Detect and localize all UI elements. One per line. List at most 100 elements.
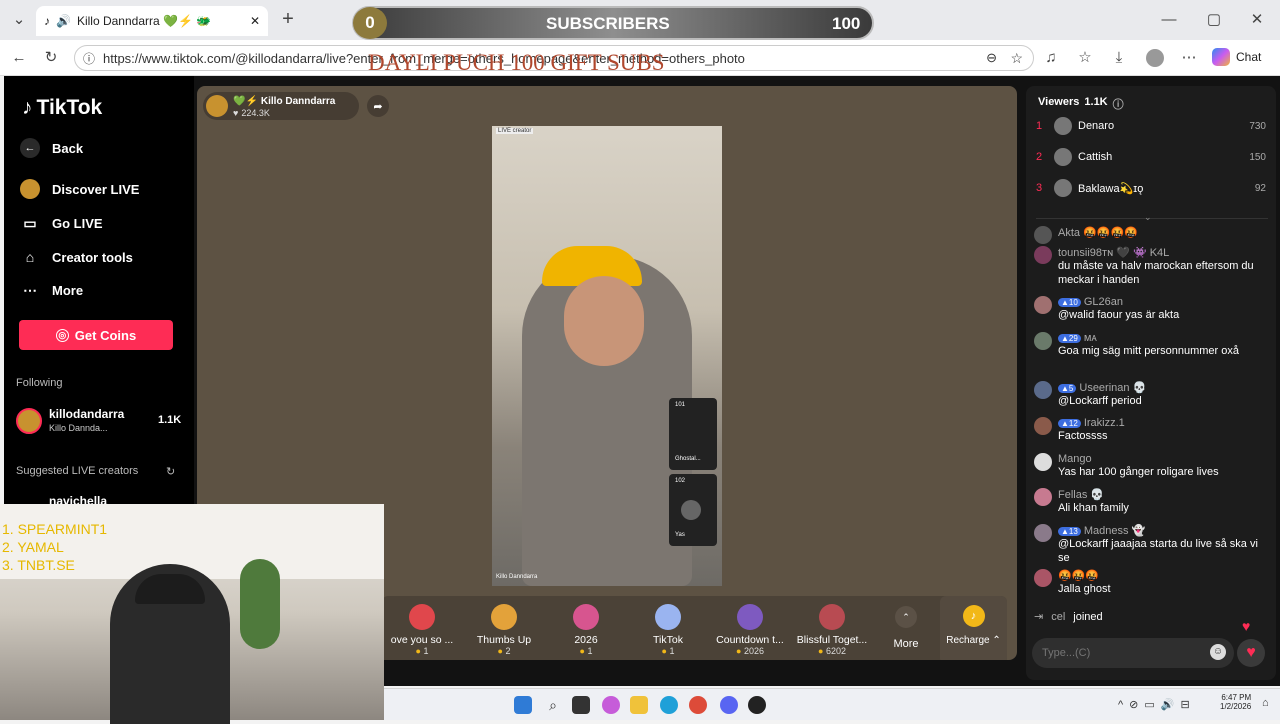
avatar[interactable]	[1034, 246, 1052, 264]
tab-list-icon[interactable]: ⌄	[8, 9, 30, 31]
favorite-star-icon[interactable]: ☆	[1010, 50, 1023, 67]
gift-price: ● 6202	[792, 646, 872, 656]
gift-name: Blissful Toget...	[796, 634, 868, 646]
right-panel: Viewers 1.1K ⓘ 1 Denaro 730 2 Cattish 150 3 Bak…	[1026, 86, 1276, 680]
gift-item[interactable]: Blissful Toget... ● 6202	[792, 600, 872, 656]
viewer-score: 730	[1249, 120, 1266, 132]
obs-icon[interactable]	[748, 696, 766, 714]
audio-icon[interactable]: 🔊	[56, 14, 71, 28]
downloads-icon[interactable]: ⤓	[1108, 47, 1130, 69]
avatar[interactable]	[1034, 296, 1052, 314]
viewer-name: Baklawa💫ɪǫ	[1078, 182, 1144, 195]
leaderboard: 1. SPEARMINT1 2. YAMAL 3. TNBT.SE	[2, 520, 107, 574]
avatar[interactable]	[1034, 569, 1052, 587]
avatar[interactable]	[1034, 417, 1052, 435]
chat-username[interactable]: Mango	[1058, 453, 1092, 465]
gift-price: ● 1	[628, 646, 708, 656]
avatar[interactable]	[1034, 226, 1052, 244]
chat-username[interactable]: GL26an	[1084, 296, 1123, 308]
guest-box-2[interactable]: 102 Yas	[669, 474, 717, 546]
gift-item[interactable]: Countdown t... ● 2026	[710, 600, 790, 656]
nav-creator-tools[interactable]: ⌂ Creator tools	[20, 247, 133, 267]
chat-message: Fellas 💀 Ali khan family	[1034, 488, 1270, 515]
viewer-name: Denaro	[1078, 120, 1115, 132]
info-icon[interactable]: ⓘ	[1113, 96, 1124, 112]
nav-more[interactable]: ⋯ More	[20, 280, 83, 300]
viewer-row[interactable]: 3 Baklawa💫ɪǫ 92	[1036, 176, 1266, 200]
tiktok-logo[interactable]: ♪ TikTok	[22, 96, 102, 120]
gift-item[interactable]: ove you so ... ● 1	[382, 600, 462, 656]
like-heart-button[interactable]: ♥	[1237, 639, 1265, 667]
refresh-icon[interactable]: ↻	[40, 47, 62, 69]
search-icon[interactable]: ⌕	[544, 696, 562, 714]
windows-start-icon[interactable]	[514, 696, 532, 714]
gift-item[interactable]: TikTok ● 1	[628, 600, 708, 656]
system-tray-icons[interactable]: ^⊘▭🔊⊟	[1118, 698, 1196, 711]
leaderboard-entry: 3. TNBT.SE	[2, 557, 75, 573]
file-explorer-icon[interactable]	[630, 696, 648, 714]
clock[interactable]: 6:47 PM 1/2/2026	[1220, 693, 1251, 711]
gift-item[interactable]: Thumbs Up ● 2	[464, 600, 544, 656]
chevron-down-icon[interactable]: ⌄	[1144, 212, 1152, 223]
viewers-header: Viewers 1.1K ⓘ	[1038, 96, 1124, 112]
leaderboard-entry: 2. YAMAL	[2, 539, 64, 555]
minimize-icon[interactable]: —	[1158, 9, 1180, 31]
gift-more-label: More	[893, 638, 919, 650]
back-arrow-icon[interactable]: ←	[8, 47, 30, 69]
joined-text: joined	[1073, 610, 1103, 623]
chat-username[interactable]: 🤬🤬🤬	[1058, 570, 1099, 582]
viewer-row[interactable]: 1 Denaro 730	[1036, 114, 1266, 138]
chat-username[interactable]: Useerinan 💀	[1079, 382, 1146, 394]
notification-icon[interactable]: ⌂	[1262, 697, 1269, 709]
edge-icon[interactable]	[660, 696, 678, 714]
gift-item[interactable]: 2026 ● 1	[546, 600, 626, 656]
back-button[interactable]: ← Back	[20, 138, 83, 158]
stream-video[interactable]: LIVE creator 101 Ghostal... 102 Yas Kill…	[492, 126, 722, 586]
emoji-icon[interactable]: ☺	[1210, 644, 1226, 660]
chat-input[interactable]	[1042, 644, 1192, 662]
close-tab-icon[interactable]: ✕	[250, 14, 260, 28]
maximize-icon[interactable]: ▢	[1203, 9, 1225, 31]
gift-icon	[573, 604, 599, 630]
site-info-icon[interactable]: ⓘ	[83, 50, 95, 67]
close-window-icon[interactable]: ✕	[1246, 9, 1268, 31]
browser-tab[interactable]: ♪ 🔊 Killo Danndarra 💚⚡ 🐲 ✕	[36, 6, 268, 36]
chat-username[interactable]: Madness 👻	[1084, 525, 1145, 537]
following-item[interactable]: killodandarra Killo Dannda... 1.1K	[16, 406, 186, 440]
host-info-pill[interactable]: 💚⚡ Killo Danndarra ♥ 224.3K	[203, 92, 359, 120]
viewer-row[interactable]: 2 Cattish 150	[1036, 145, 1266, 169]
guest-box-1[interactable]: 101 Ghostal...	[669, 398, 717, 470]
chat-username[interactable]: Akta 🤬🤬🤬🤬	[1058, 227, 1138, 239]
chat-username[interactable]: tounsii98ᴛɴ 🖤 👾 K4L	[1058, 247, 1169, 259]
copilot-chat-button[interactable]: Chat	[1212, 48, 1261, 66]
avatar[interactable]	[1034, 332, 1052, 350]
nav-go-live[interactable]: ▭ Go LIVE	[20, 213, 102, 233]
chat-username[interactable]: ᴍᴀ	[1084, 332, 1097, 344]
refresh-suggestions-icon[interactable]: ↻	[166, 465, 175, 478]
chat-username[interactable]: Irakizz.1	[1084, 417, 1125, 429]
avatar[interactable]	[1034, 524, 1052, 542]
chat-text: @walid faour yas är akta	[1058, 309, 1180, 321]
profile-avatar[interactable]	[1146, 49, 1164, 67]
level-badge: ▲13	[1058, 527, 1081, 536]
chrome-icon[interactable]	[689, 696, 707, 714]
avatar[interactable]	[1034, 453, 1052, 471]
zoom-icon[interactable]: ⊖	[986, 50, 997, 66]
new-tab-icon[interactable]: +	[277, 8, 299, 30]
discord-icon[interactable]	[720, 696, 738, 714]
share-icon[interactable]: ➦	[367, 95, 389, 117]
media-icon[interactable]: ♫	[1040, 47, 1062, 69]
favorites-icon[interactable]: ☆	[1074, 47, 1096, 69]
task-view-icon[interactable]	[572, 696, 590, 714]
gift-more-button[interactable]: ⌃ More	[885, 602, 927, 658]
nav-discover-live[interactable]: Discover LIVE	[20, 179, 139, 199]
chat-message: tounsii98ᴛɴ 🖤 👾 K4L du måste va halv maro…	[1034, 246, 1270, 287]
menu-dots-icon[interactable]: ⋯	[1178, 47, 1200, 69]
get-coins-button[interactable]: ◎ Get Coins	[19, 320, 173, 350]
recharge-button[interactable]: ♪ Recharge ⌃	[940, 596, 1007, 660]
copilot-icon[interactable]	[602, 696, 620, 714]
level-badge: ▲12	[1058, 419, 1081, 428]
avatar[interactable]	[1034, 488, 1052, 506]
avatar[interactable]	[1034, 381, 1052, 399]
chat-username[interactable]: Fellas 💀	[1058, 489, 1104, 501]
